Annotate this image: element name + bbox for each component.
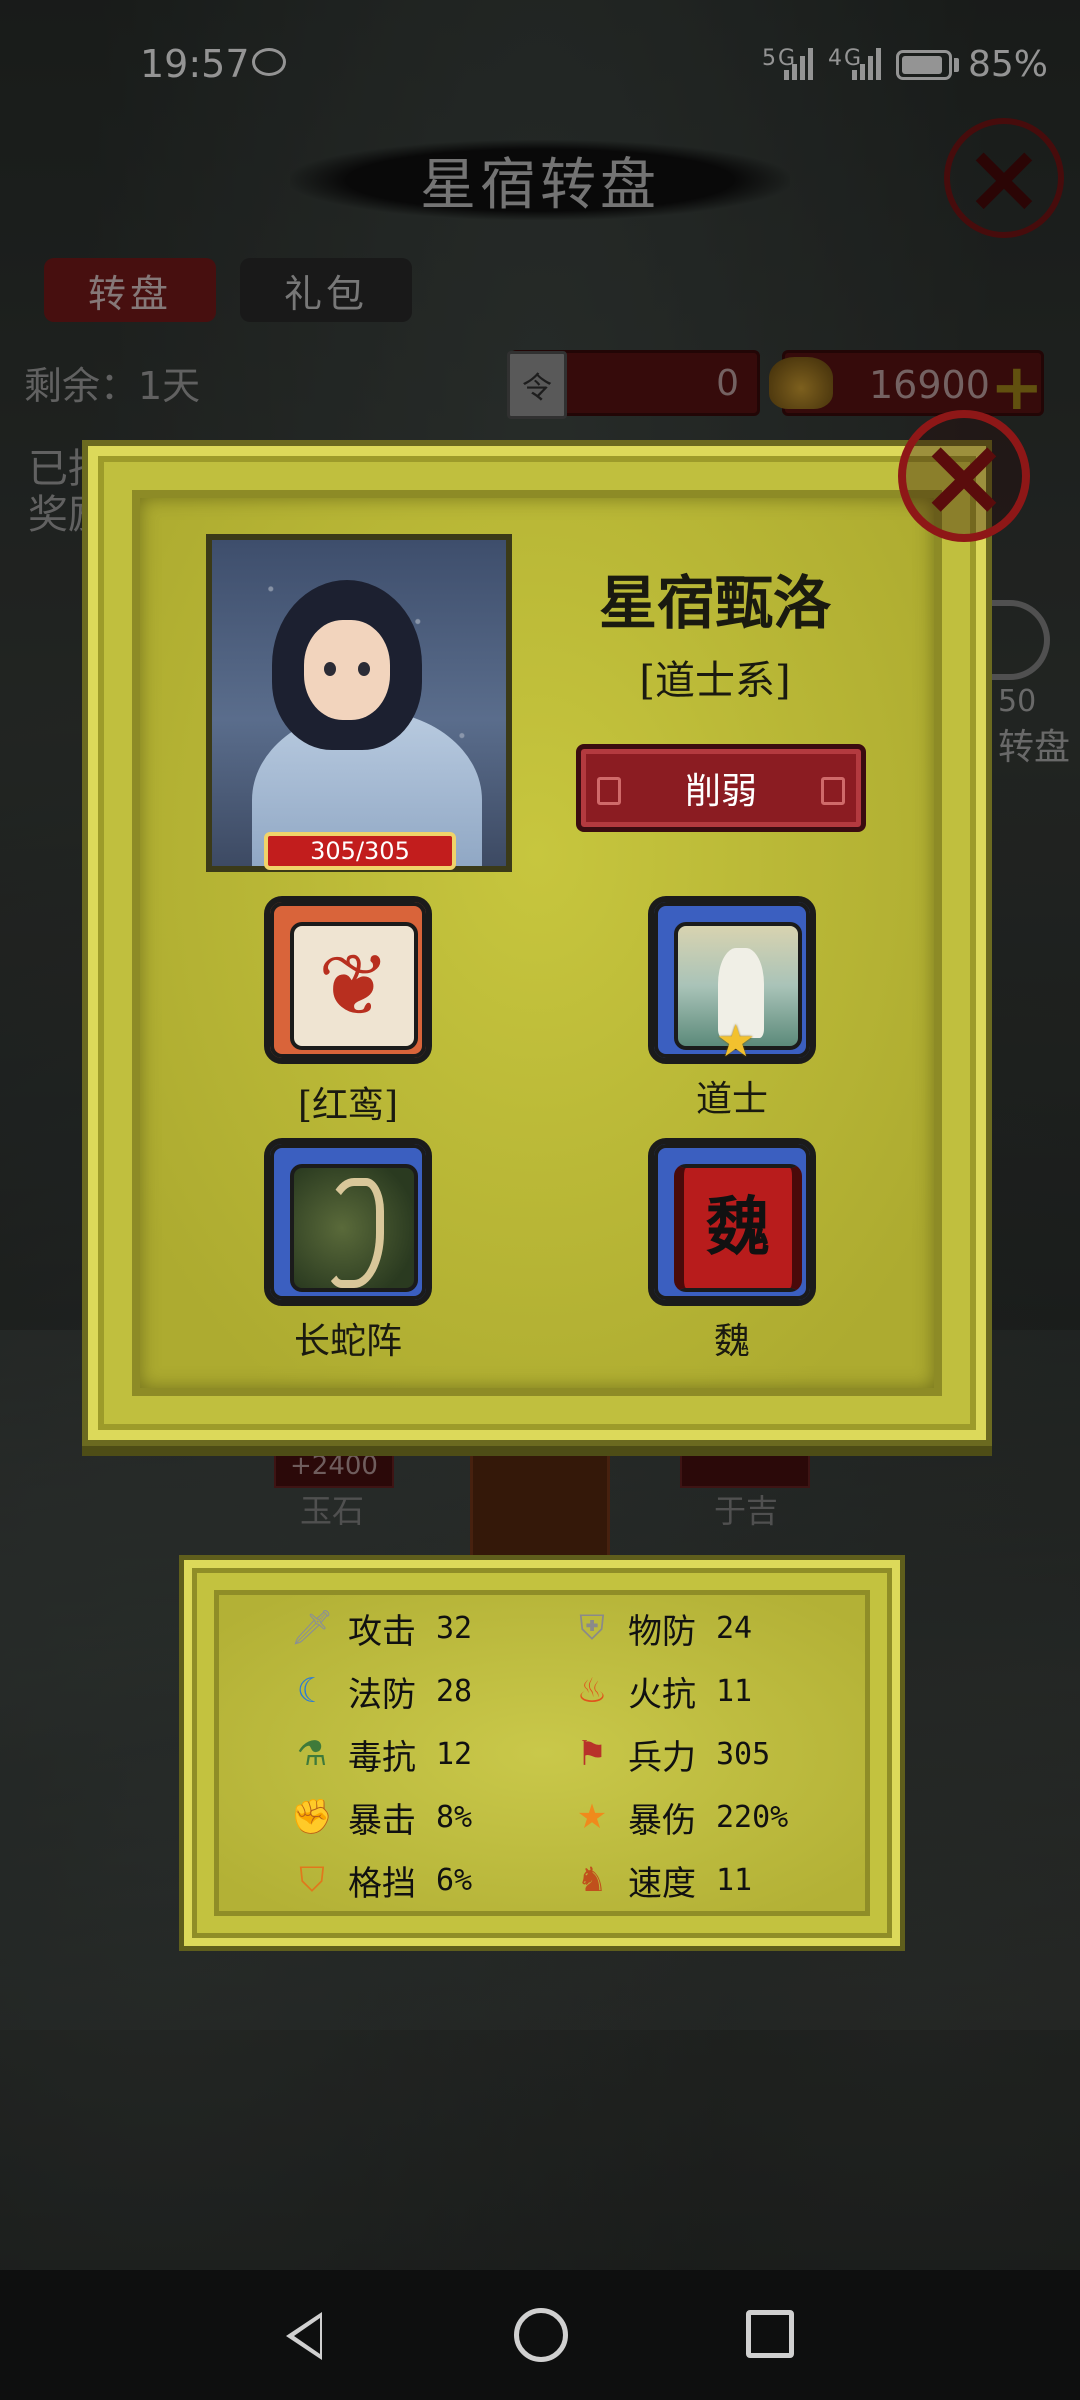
- armor-icon: ⛨: [579, 1608, 605, 1648]
- hero-name: 星宿甄洛: [598, 569, 831, 637]
- burst-star-icon: ★: [576, 1797, 608, 1837]
- star-icon: ★: [716, 1016, 756, 1067]
- stat-attack: 🗡 攻击 32: [290, 1608, 473, 1652]
- nav-home-icon[interactable]: [514, 2308, 568, 2362]
- snake-path: [324, 1178, 384, 1288]
- stat-crit-dmg: ★ 暴伤 220%: [570, 1791, 789, 1843]
- hero-class: [道士系]: [639, 658, 791, 704]
- stat-poison-res: ⚗ 毒抗 12: [290, 1728, 472, 1780]
- nav-recent-icon[interactable]: [746, 2310, 794, 2358]
- stat-crit: ✊ 暴击 8%: [290, 1797, 473, 1841]
- fist-icon: ✊: [290, 1797, 334, 1837]
- horse-icon: ♞: [576, 1860, 608, 1900]
- shield-icon: ⛉: [299, 1860, 325, 1900]
- skill-label-snake: 长蛇阵: [293, 1321, 402, 1362]
- portrait-face: [304, 620, 390, 720]
- system-nav-bar: [0, 2270, 1080, 2400]
- troops-icon: ⚑: [576, 1734, 608, 1774]
- phoenix-icon: ❦: [290, 922, 418, 1050]
- skill-wei[interactable]: 魏: [648, 1138, 816, 1306]
- stat-fire-res: ♨ 火抗 11: [570, 1665, 752, 1717]
- poison-icon: ⚗: [296, 1734, 328, 1774]
- magic-shield-icon: ☾: [296, 1671, 328, 1711]
- stat-troops: ⚑ 兵力 305: [570, 1728, 770, 1780]
- weaken-button[interactable]: 削弱: [576, 744, 866, 832]
- skill-taoist[interactable]: ★: [648, 896, 816, 1064]
- hero-hp-bar: 305/305: [264, 832, 456, 870]
- snake-formation-icon: [290, 1164, 418, 1292]
- stat-phys-def: ⛨ 物防 24: [570, 1602, 752, 1654]
- sword-icon: 🗡: [290, 1608, 334, 1648]
- wei-glyph: 魏: [706, 1190, 770, 1265]
- stat-block: ⛉ 格挡 6%: [290, 1854, 472, 1906]
- popup-close-button[interactable]: ×: [898, 410, 1030, 542]
- skill-hongluan[interactable]: ❦: [264, 896, 432, 1064]
- hero-portrait: [206, 534, 512, 872]
- portrait-eye-right: [358, 662, 370, 676]
- skill-label-hongluan: [红鸾]: [297, 1085, 399, 1126]
- wei-banner-icon: 魏: [674, 1164, 802, 1292]
- skill-label-wei: 魏: [713, 1321, 750, 1362]
- skill-snake-formation[interactable]: [264, 1138, 432, 1306]
- stat-magic-def: ☾ 法防 28: [290, 1665, 472, 1717]
- nav-back-icon[interactable]: [286, 2312, 322, 2360]
- skill-label-taoist: 道士: [695, 1079, 768, 1120]
- fire-icon: ♨: [576, 1671, 608, 1711]
- portrait-eye-left: [324, 662, 336, 676]
- stat-speed: ♞ 速度 11: [570, 1854, 752, 1906]
